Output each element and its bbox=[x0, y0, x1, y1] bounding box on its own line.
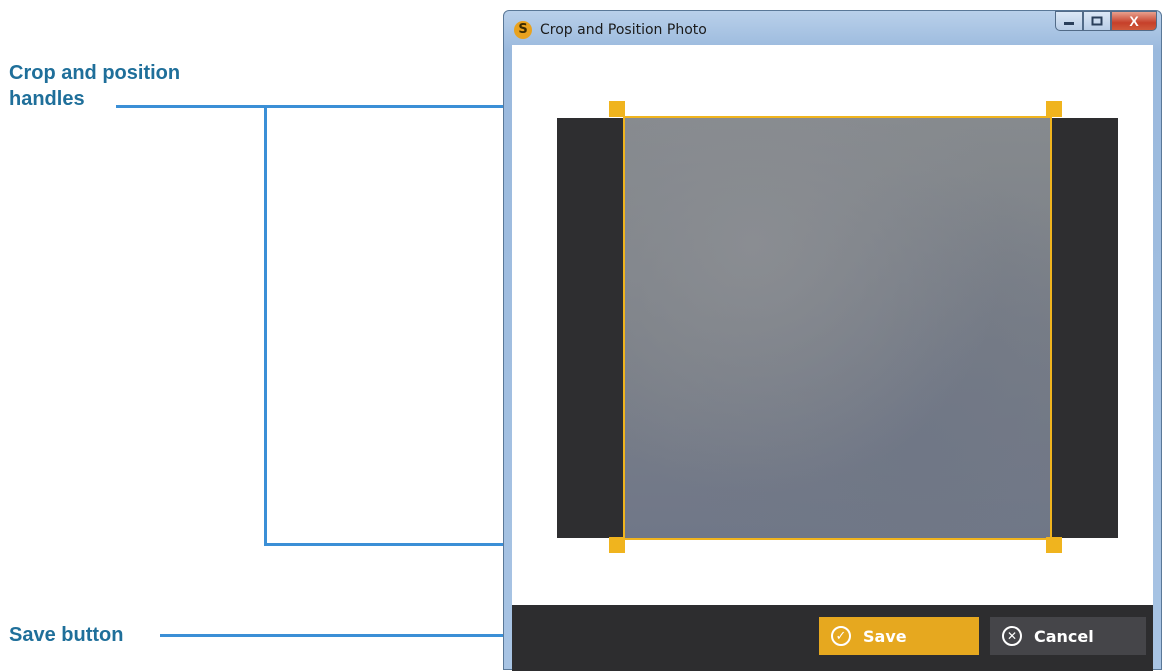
crop-handle-top-left[interactable] bbox=[609, 101, 625, 117]
app-logo-icon: S bbox=[514, 21, 532, 39]
title-bar[interactable]: S Crop and Position Photo X bbox=[504, 11, 1161, 45]
cancel-label: Cancel bbox=[1034, 626, 1094, 646]
crop-area: ✓ Save ✕ Cancel bbox=[512, 45, 1153, 671]
crop-frame[interactable] bbox=[623, 116, 1052, 540]
x-circle-icon: ✕ bbox=[1002, 626, 1022, 646]
save-button[interactable]: ✓ Save bbox=[819, 617, 979, 655]
callout-line bbox=[264, 105, 267, 546]
maximize-icon bbox=[1091, 16, 1103, 26]
window-controls: X bbox=[1055, 11, 1157, 33]
close-button[interactable]: X bbox=[1111, 11, 1157, 31]
maximize-button[interactable] bbox=[1083, 11, 1111, 31]
crop-handle-bottom-right[interactable] bbox=[1046, 537, 1062, 553]
cancel-button[interactable]: ✕ Cancel bbox=[990, 617, 1146, 655]
window-title: Crop and Position Photo bbox=[540, 22, 707, 38]
check-circle-icon: ✓ bbox=[831, 626, 851, 646]
minimize-icon bbox=[1064, 22, 1074, 25]
minimize-button[interactable] bbox=[1055, 11, 1083, 31]
callout-line bbox=[116, 105, 266, 108]
save-label: Save bbox=[863, 626, 907, 646]
crop-photo-window: S Crop and Position Photo X ✓ Save ✕ Can… bbox=[503, 10, 1162, 671]
action-bar: ✓ Save ✕ Cancel bbox=[512, 605, 1153, 671]
crop-handle-bottom-left[interactable] bbox=[609, 537, 625, 553]
close-icon: X bbox=[1129, 13, 1139, 29]
callout-save-button: Save button bbox=[9, 624, 124, 646]
crop-handle-top-right[interactable] bbox=[1046, 101, 1062, 117]
